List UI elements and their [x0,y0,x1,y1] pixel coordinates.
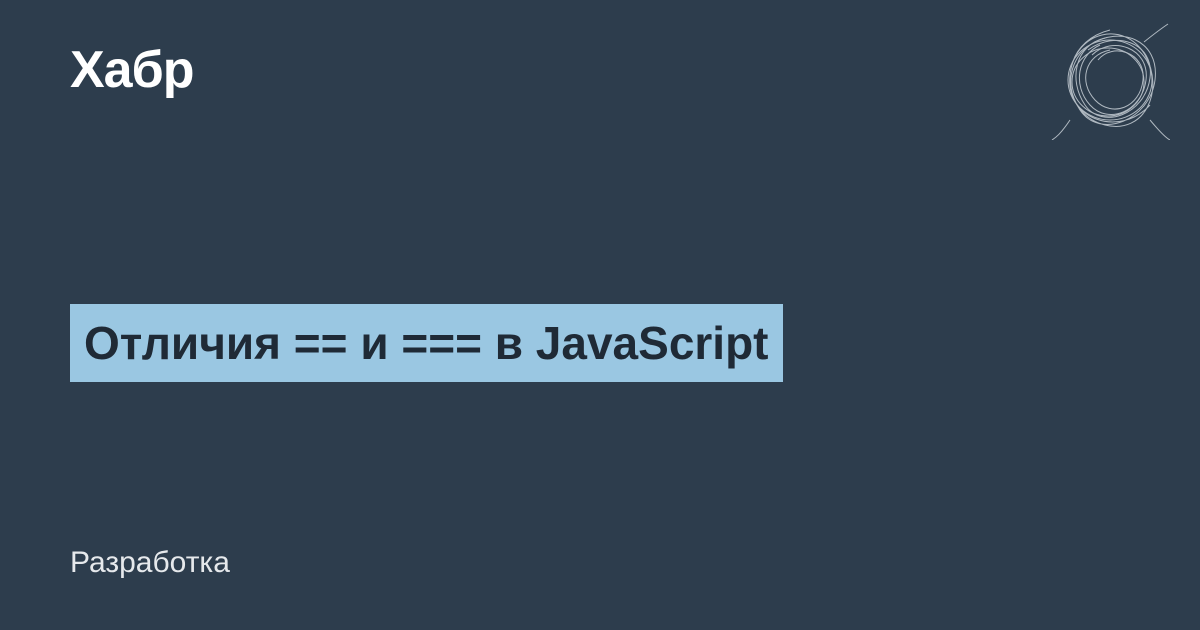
article-title: Отличия == и === в JavaScript [70,304,783,383]
header: Хабр [70,40,1130,100]
scribble-icon [1050,20,1170,140]
title-area: Отличия == и === в JavaScript [70,140,1130,546]
site-logo: Хабр [70,40,194,100]
og-card: Хабр Отличия == и === в JavaScript Разра… [0,0,1200,630]
category-label: Разработка [70,546,1130,580]
